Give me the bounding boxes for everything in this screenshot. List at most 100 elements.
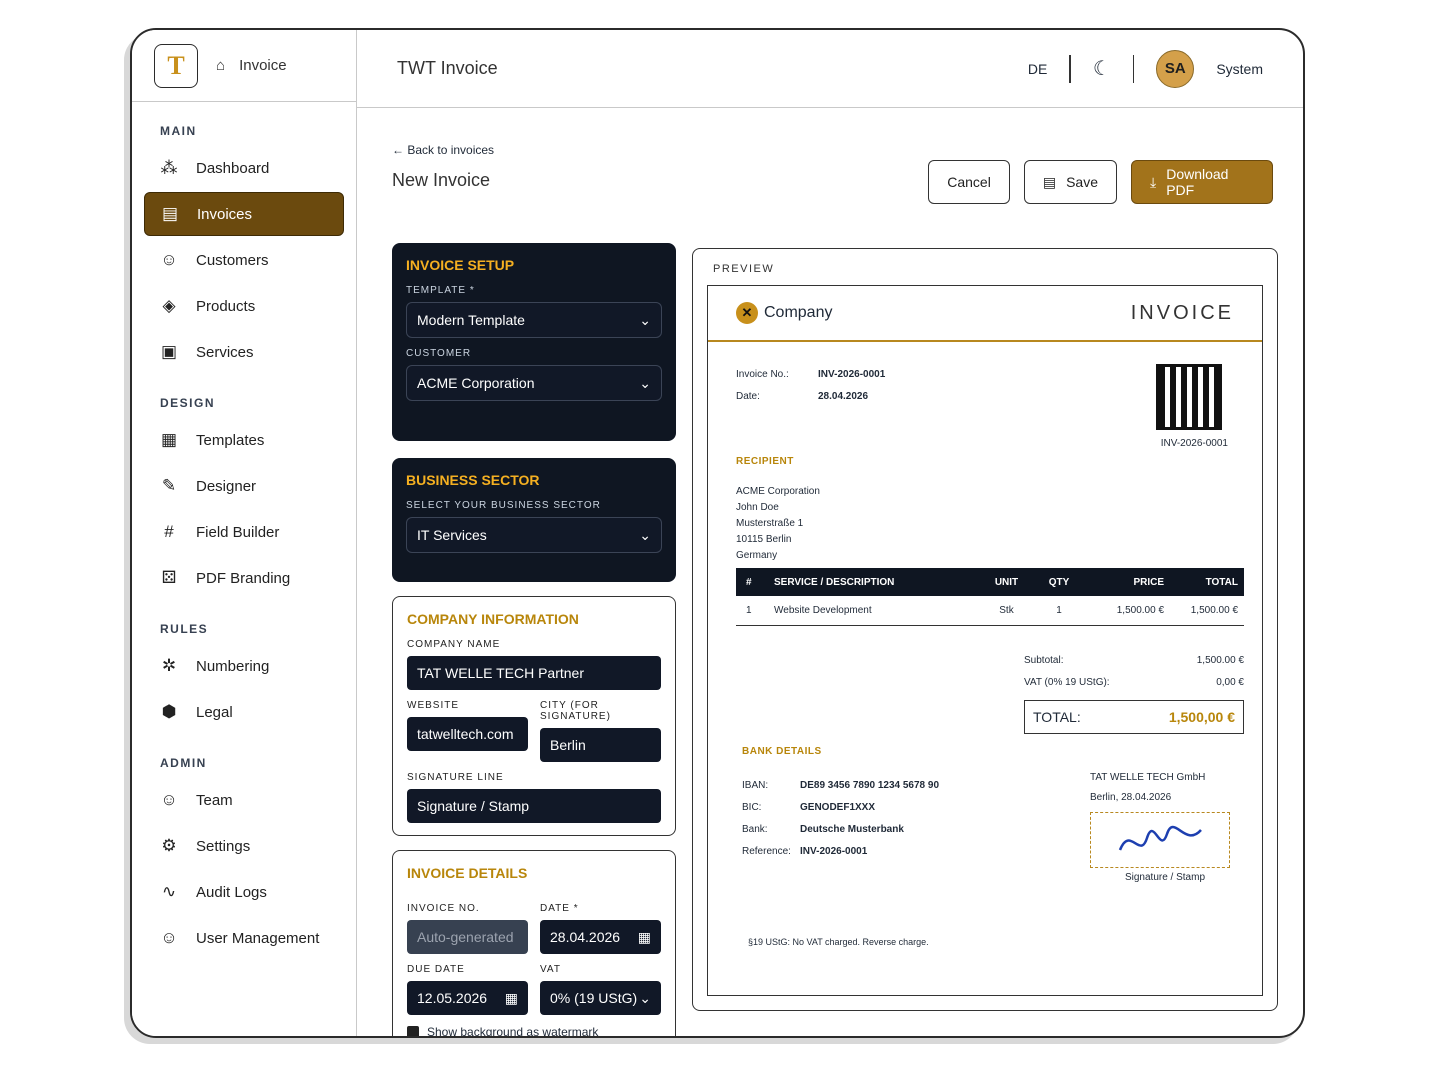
total-value: 1,500,00 € — [1168, 709, 1235, 725]
avatar[interactable]: SA — [1156, 49, 1195, 88]
business-sector-select[interactable]: IT Services ⌄ — [406, 517, 662, 553]
meta-label: Date: — [736, 391, 760, 402]
palette-icon: ⚄ — [161, 568, 177, 587]
field-label: SIGNATURE LINE — [407, 772, 504, 783]
sidebar-item-label: PDF Branding — [196, 569, 291, 587]
page-title: New Invoice — [392, 170, 491, 190]
company-brand: ✕ Company — [736, 302, 832, 324]
gear-icon: ⚙ — [161, 836, 177, 855]
sidebar-item-services[interactable]: ▣ Services — [144, 330, 344, 374]
city-input[interactable]: Berlin — [540, 728, 661, 762]
watermark-option: Show background as watermark — [407, 1025, 661, 1036]
pen-icon: ✎ — [161, 476, 177, 495]
recipient-line: Germany — [736, 550, 778, 561]
save-icon: ▤ — [1042, 173, 1057, 190]
divider — [1069, 54, 1071, 83]
sidebar-item-label: Settings — [196, 837, 251, 855]
website-input[interactable]: tatwelltech.com — [407, 717, 528, 751]
recipient-line: ACME Corporation — [736, 486, 820, 497]
meta-label: Invoice No.: — [736, 369, 789, 380]
app-logo[interactable]: T — [154, 43, 198, 88]
field-label: WEBSITE — [407, 700, 460, 711]
vat-label: VAT (0% 19 UStG): — [1024, 677, 1110, 688]
table-cell: 1,500.00 € — [1116, 605, 1164, 616]
activity-icon: ∿ — [161, 882, 177, 901]
home-icon[interactable]: ⌂ — [216, 57, 225, 74]
date-input[interactable]: 28.04.2026 ▦ — [540, 920, 661, 954]
user-cog-icon: ☺ — [160, 928, 178, 947]
vat-select[interactable]: 0% (19 UStG) ⌄ — [540, 981, 661, 1015]
page-actions: Cancel ▤ Save ⤓ Download PDF — [928, 160, 1273, 204]
download-pdf-button[interactable]: ⤓ Download PDF — [1131, 160, 1273, 204]
field-label: CUSTOMER — [406, 348, 472, 359]
sidebar-item-label: Numbering — [196, 657, 270, 675]
breadcrumb: ⌂ Invoice — [216, 57, 287, 74]
recipient-line: John Doe — [736, 502, 779, 513]
invoice-number-input[interactable]: Auto-generated — [407, 920, 528, 954]
signature-company: TAT WELLE TECH GmbH — [1090, 772, 1206, 783]
select-value: IT Services — [417, 527, 487, 543]
sidebar-item-field-builder[interactable]: # Field Builder — [144, 510, 344, 554]
template-select[interactable]: Modern Template ⌄ — [406, 302, 662, 338]
sidebar-item-label: Invoices — [197, 205, 253, 223]
sidebar-item-numbering[interactable]: ✲ Numbering — [144, 644, 344, 688]
sidebar-item-designer[interactable]: ✎ Designer — [144, 464, 344, 508]
field-label: DUE DATE — [407, 964, 465, 975]
total-label: TOTAL: — [1033, 709, 1081, 725]
subtotal-value: 1,500.00 € — [1196, 655, 1244, 666]
sidebar-item-products[interactable]: ◈ Products — [144, 284, 344, 328]
subtotal-label: Subtotal: — [1024, 655, 1064, 666]
calendar-icon[interactable]: ▦ — [638, 929, 651, 946]
sidebar-item-label: Designer — [196, 477, 257, 495]
field-label: COMPANY NAME — [407, 639, 501, 650]
field-label: CITY (FOR SIGNATURE) — [540, 700, 611, 722]
customer-select[interactable]: ACME Corporation ⌄ — [406, 365, 662, 401]
meta-value: 28.04.2026 — [818, 391, 869, 402]
sidebar-item-templates[interactable]: ▦ Templates — [144, 418, 344, 462]
due-date-input[interactable]: 12.05.2026 ▦ — [407, 981, 528, 1015]
invoice-document: ✕ Company INVOICE Invoice No.: INV-2026-00… — [707, 285, 1263, 996]
save-button[interactable]: ▤ Save — [1023, 160, 1117, 204]
user-name[interactable]: System — [1216, 61, 1263, 77]
qr-caption: INV-2026-0001 — [1160, 438, 1228, 449]
nav-section-rules: RULES — [160, 622, 209, 636]
vat-note: §19 UStG: No VAT charged. Reverse charge… — [748, 937, 929, 947]
company-name-input[interactable]: TAT WELLE TECH Partner — [407, 656, 661, 690]
back-link[interactable]: ← Back to invoices — [392, 143, 494, 157]
sidebar-item-team[interactable]: ☺ Team — [144, 778, 344, 822]
moon-icon[interactable]: ☾ — [1093, 56, 1111, 81]
brand-bar: T ⌂ Invoice — [132, 30, 356, 102]
breadcrumb-current: Invoice — [239, 57, 287, 74]
sidebar-item-label: Templates — [196, 431, 265, 449]
cancel-button[interactable]: Cancel — [928, 160, 1010, 204]
topbar-controls: DE ☾ SA System — [1028, 49, 1263, 88]
user-icon: ☺ — [160, 790, 178, 809]
sidebar-item-label: Team — [196, 791, 233, 809]
invoice-setup-card: INVOICE SETUP TEMPLATE * Modern Template… — [392, 243, 676, 441]
signature-line-input[interactable]: Signature / Stamp — [407, 789, 661, 823]
language-switch[interactable]: DE — [1028, 61, 1047, 77]
signature-box — [1090, 812, 1230, 868]
select-value: Modern Template — [417, 312, 525, 328]
bank-value: Deutsche Musterbank — [800, 824, 904, 835]
business-sector-card: BUSINESS SECTOR SELECT YOUR BUSINESS SEC… — [392, 458, 676, 582]
table-header: # SERVICE / DESCRIPTION UNIT QTY PRICE T… — [736, 568, 1244, 596]
company-logo-icon: ✕ — [736, 302, 758, 324]
sidebar-item-legal[interactable]: ⬢ Legal — [144, 690, 344, 734]
sidebar-item-settings[interactable]: ⚙ Settings — [144, 824, 344, 868]
sidebar-item-customers[interactable]: ☺ Customers — [144, 238, 344, 282]
watermark-checkbox[interactable] — [407, 1026, 419, 1036]
sidebar-item-pdf-branding[interactable]: ⚄ PDF Branding — [144, 556, 344, 600]
sidebar-item-audit-logs[interactable]: ∿ Audit Logs — [144, 870, 344, 914]
card-title: COMPANY INFORMATION — [407, 611, 579, 627]
sidebar-item-user-management[interactable]: ☺ User Management — [144, 916, 344, 960]
table-row: 1 Website Development Stk 1 1,500.00 € 1… — [736, 596, 1244, 626]
table-cell: Stk — [999, 605, 1014, 616]
sidebar-item-invoices[interactable]: ▤ Invoices — [144, 192, 344, 236]
sidebar-item-dashboard[interactable]: ⁂ Dashboard — [144, 146, 344, 190]
sidebar-item-label: Field Builder — [196, 523, 280, 541]
recipient-line: Musterstraße 1 — [736, 518, 804, 529]
save-label: Save — [1066, 174, 1098, 190]
qr-code — [1156, 364, 1222, 430]
calendar-icon[interactable]: ▦ — [505, 990, 518, 1007]
